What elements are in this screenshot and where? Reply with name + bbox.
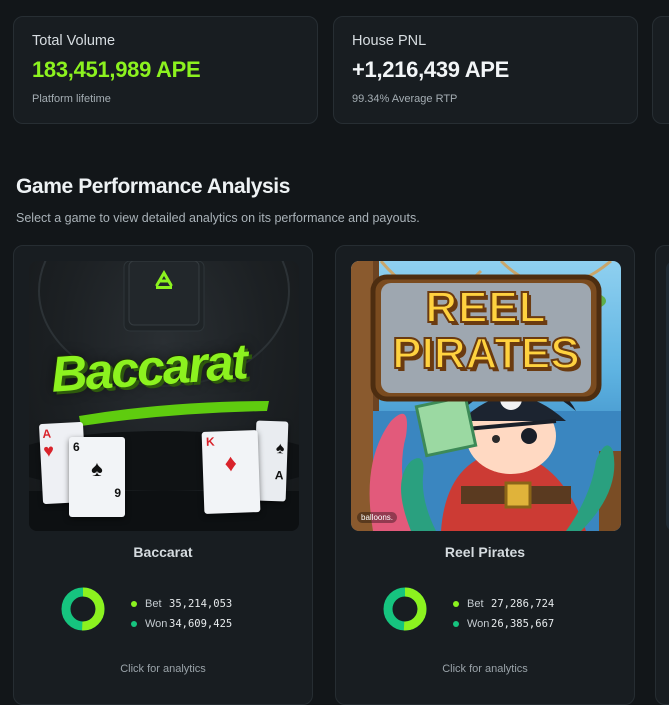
bet-label: Bet [145, 598, 162, 610]
game-name: Baccarat [133, 544, 193, 560]
game-thumbnail-reel-pirates: REEL PIRATES balloons. [351, 261, 621, 531]
won-label: Won [145, 618, 168, 630]
won-value: 26,385,667 [491, 618, 555, 630]
analytics-link[interactable]: Click for analytics [14, 663, 312, 675]
bet-won-legend: Bet 35,214,053 Won 34,609,425 [131, 594, 232, 634]
stat-label: House PNL [352, 33, 427, 49]
section-title: Game Performance Analysis [16, 175, 291, 198]
won-dot-icon [131, 621, 137, 627]
legend-row-bet: Bet 35,214,053 [131, 594, 232, 614]
game-thumbnail-baccarat: Baccarat A ♥ 6 ♠ 9 ♠ A K ♦ [29, 261, 299, 531]
stat-subtext: Platform lifetime [32, 93, 111, 105]
bet-dot-icon [453, 601, 459, 607]
card-suit: ♦ [224, 449, 238, 478]
reel-pirates-logo-line1: REEL [424, 282, 547, 333]
bet-value: 27,286,724 [491, 598, 555, 610]
won-value: 34,609,425 [169, 618, 233, 630]
bet-value: 35,214,053 [169, 598, 233, 610]
game-card-partial[interactable] [655, 245, 669, 705]
won-label: Won [467, 618, 490, 630]
card-suit: ♠ [91, 456, 103, 481]
card-rank-bottom: 9 [114, 486, 121, 500]
stat-subtext: 99.34% Average RTP [352, 93, 458, 105]
legend-row-won: Won 34,609,425 [131, 614, 232, 634]
game-card-baccarat[interactable]: Baccarat A ♥ 6 ♠ 9 ♠ A K ♦ Baccarat Bet … [13, 245, 313, 705]
stat-card-partial [652, 16, 669, 124]
game-name: Reel Pirates [444, 544, 526, 560]
stat-label: Total Volume [32, 33, 116, 49]
bet-won-legend: Bet 27,286,724 Won 26,385,667 [453, 594, 554, 634]
stat-card-house-pnl: House PNL +1,216,439 APE 99.34% Average … [333, 16, 638, 124]
stat-value: +1,216,439 APE [352, 57, 510, 82]
stat-card-total-volume: Total Volume 183,451,989 APE Platform li… [13, 16, 318, 124]
reel-pirates-logo-line2: PIRATES [391, 328, 580, 379]
legend-row-won: Won 26,385,667 [453, 614, 554, 634]
analytics-link[interactable]: Click for analytics [336, 663, 634, 675]
legend-row-bet: Bet 27,286,724 [453, 594, 554, 614]
card-rank: K [205, 434, 215, 449]
card-rank: 6 [73, 440, 80, 454]
card-rank: A [274, 468, 284, 483]
bet-label: Bet [467, 598, 484, 610]
game-card-reel-pirates[interactable]: REEL PIRATES balloons. Reel Pirates Bet … [335, 245, 635, 705]
playing-card: 6 ♠ 9 [69, 437, 125, 517]
bet-dot-icon [131, 601, 137, 607]
won-dot-icon [453, 621, 459, 627]
card-suit: ♠ [275, 440, 285, 458]
playing-card: K ♦ [201, 430, 261, 514]
bet-won-donut-chart [61, 587, 105, 631]
section-subtitle: Select a game to view detailed analytics… [16, 211, 420, 225]
bet-won-donut-chart [383, 587, 427, 631]
publisher-watermark: balloons. [357, 512, 398, 523]
stat-value: 183,451,989 APE [32, 57, 201, 82]
